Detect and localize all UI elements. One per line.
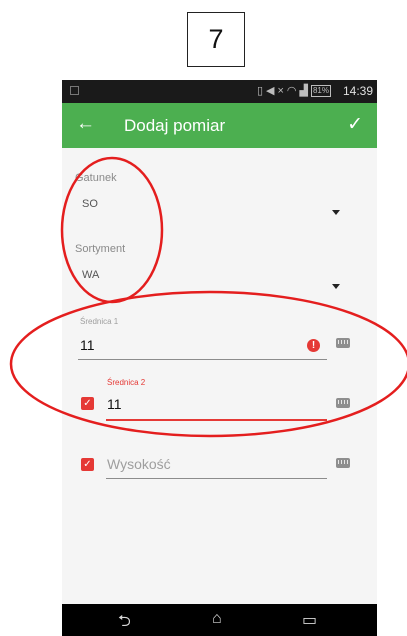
page-title: Dodaj pomiar <box>124 116 226 135</box>
error-icon: ! <box>307 339 320 352</box>
notification-icon <box>70 86 79 95</box>
nav-back-icon[interactable]: ⮌ <box>118 610 131 636</box>
gatunek-value[interactable]: SO <box>82 198 98 210</box>
step-number-box: 7 <box>187 12 245 67</box>
nav-home-icon[interactable]: ⌂ <box>212 610 222 628</box>
wysokosc-underline <box>106 478 327 479</box>
nav-recents-icon[interactable]: ▭ <box>302 610 317 630</box>
gatunek-label: Gatunek <box>75 172 117 184</box>
status-bar: ▯◀×◠▟ 81% 14:39 <box>62 80 377 103</box>
wysokosc-input[interactable]: Wysokość <box>107 456 171 472</box>
status-time: 14:39 <box>342 84 373 98</box>
status-icons: ▯◀×◠▟ 81% <box>257 84 331 97</box>
srednica1-input[interactable]: 11 <box>80 337 95 353</box>
keyboard-icon[interactable] <box>336 338 350 348</box>
sortyment-value[interactable]: WA <box>82 269 99 281</box>
srednica2-input[interactable]: 11 <box>107 396 122 412</box>
nav-bar: ⮌ ⌂ ▭ <box>62 604 377 636</box>
phone-screen: ▯◀×◠▟ 81% 14:39 ← Dodaj pomiar ✓ Gatunek … <box>62 80 377 636</box>
gatunek-dropdown-arrow-icon[interactable] <box>332 210 340 215</box>
app-bar: ← Dodaj pomiar ✓ <box>62 103 377 148</box>
keyboard-icon[interactable] <box>336 458 350 468</box>
srednica2-label: Średnica 2 <box>107 378 146 387</box>
step-number: 7 <box>208 24 224 54</box>
back-arrow-icon[interactable]: ← <box>76 113 95 135</box>
sortyment-label: Sortyment <box>75 243 126 255</box>
mute-icon: ◀× <box>266 85 287 97</box>
vibrate-icon: ▯ <box>256 85 267 97</box>
srednica1-underline <box>78 359 327 360</box>
srednica1-label: Średnica 1 <box>80 317 119 326</box>
wifi-icon: ◠ <box>286 85 300 97</box>
signal-icon: ▟ <box>299 85 311 97</box>
srednica2-checkbox[interactable]: ✓ <box>81 397 94 410</box>
confirm-check-icon[interactable]: ✓ <box>347 113 363 136</box>
battery-icon: 81% <box>310 85 331 97</box>
srednica2-underline <box>106 419 327 421</box>
keyboard-icon[interactable] <box>336 398 350 408</box>
sortyment-dropdown-arrow-icon[interactable] <box>332 284 340 289</box>
wysokosc-checkbox[interactable]: ✓ <box>81 458 94 471</box>
